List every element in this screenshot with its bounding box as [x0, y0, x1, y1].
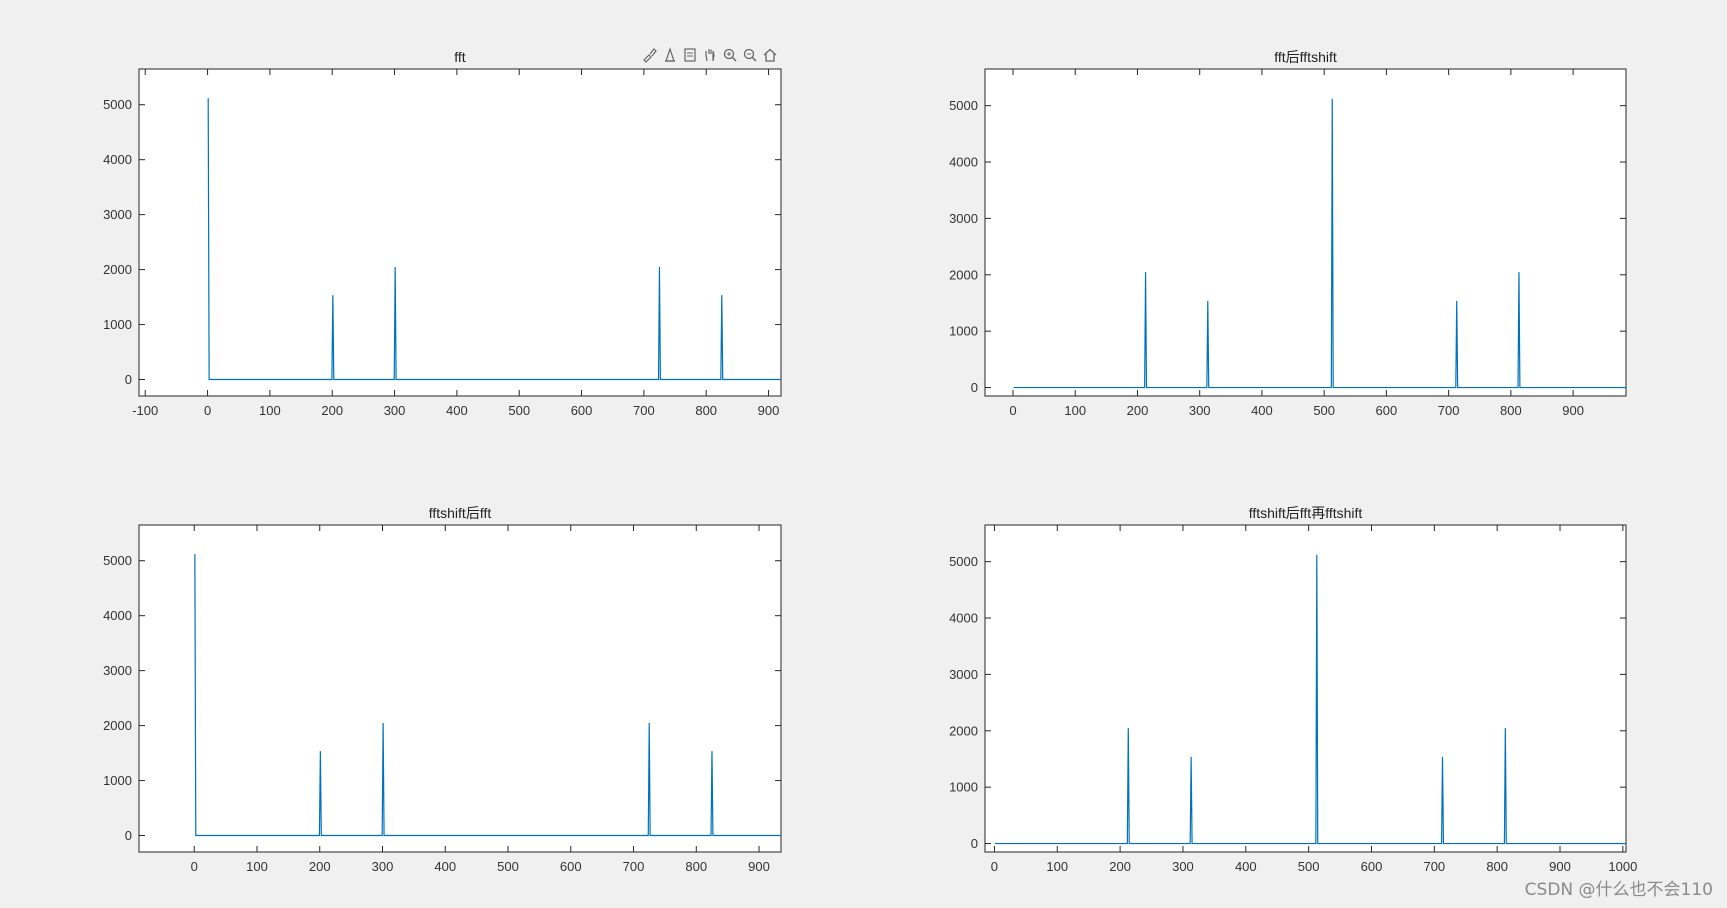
x-tick-label: 500 [497, 859, 519, 874]
brush-icon[interactable] [641, 46, 659, 64]
y-tick-label: 4000 [103, 152, 132, 167]
y-tick-label: 5000 [949, 98, 978, 113]
legend-icon[interactable] [681, 46, 699, 64]
x-tick-label: 200 [1109, 859, 1131, 874]
home-icon[interactable] [761, 46, 779, 64]
x-tick-label: 900 [1549, 859, 1571, 874]
plot-area [984, 524, 1627, 853]
x-tick-label: 300 [1172, 859, 1194, 874]
x-tick-label: 300 [384, 403, 406, 418]
x-tick-label: 600 [1361, 859, 1383, 874]
y-tick-label: 5000 [949, 554, 978, 569]
figure-canvas: fft-100 0 100 200 300 400 500 600 700 800 90001000… [103, 49, 1637, 874]
x-tick-label: 700 [1423, 859, 1445, 874]
y-tick-label: 4000 [103, 608, 132, 623]
y-tick-label: 1000 [103, 773, 132, 788]
x-tick-label: 600 [560, 859, 582, 874]
y-tick-label: 3000 [103, 207, 132, 222]
x-tick-label: 100 [259, 403, 281, 418]
x-tick-label: 300 [372, 859, 394, 874]
subplot-3: fftshift后fft 0 100 200 300 400 500 600 700 800 900… [103, 505, 782, 874]
x-tick-label: 100 [246, 859, 268, 874]
x-tick-label: 500 [508, 403, 530, 418]
x-tick-label: 600 [571, 403, 593, 418]
x-tick-label: 400 [1235, 859, 1257, 874]
y-tick-label: 5000 [103, 553, 132, 568]
x-tick-label: 900 [758, 403, 780, 418]
pan-icon[interactable] [701, 46, 719, 64]
x-tick-label: 600 [1376, 403, 1398, 418]
x-tick-label: 400 [434, 859, 456, 874]
y-tick-label: 4000 [949, 611, 978, 626]
x-tick-label: 200 [309, 859, 331, 874]
x-tick-label: 700 [633, 403, 655, 418]
x-tick-label: 500 [1298, 859, 1320, 874]
x-tick-label: 700 [1438, 403, 1460, 418]
y-tick-label: 3000 [949, 667, 978, 682]
y-tick-label: 0 [971, 380, 978, 395]
y-tick-label: 2000 [949, 267, 978, 282]
y-tick-label: 0 [971, 836, 978, 851]
y-tick-label: 1000 [949, 324, 978, 339]
subplot-4: fftshift后fft再fftshift 0 100 200 300 400 500 600… [949, 505, 1637, 874]
x-tick-label: 100 [1064, 403, 1086, 418]
subplot-1: fft -100 0 100 200 300 400 500 600 700 800 900 0 1000… [103, 49, 782, 418]
x-tick-label: 400 [446, 403, 468, 418]
x-tick-label: 0 [191, 859, 198, 874]
axes-title: fft [454, 49, 466, 65]
x-tick-label: 200 [321, 403, 343, 418]
watermark-text: CSDN @什么也不会110 [1524, 880, 1713, 900]
y-tick-label: 4000 [949, 155, 978, 170]
x-tick-label: -100 [132, 403, 158, 418]
zoom-in-icon[interactable] [721, 46, 739, 64]
plot-area [138, 524, 782, 853]
y-tick-label: 1000 [949, 780, 978, 795]
axes-toolbar [641, 46, 779, 66]
x-tick-label: 1000 [1608, 859, 1637, 874]
x-tick-label: 900 [1562, 403, 1584, 418]
x-tick-label: 800 [695, 403, 717, 418]
datatip-icon[interactable] [661, 46, 679, 64]
x-tick-label: 800 [1486, 859, 1508, 874]
x-tick-label: 200 [1127, 403, 1149, 418]
y-tick-label: 3000 [103, 663, 132, 678]
x-tick-label: 800 [1500, 403, 1522, 418]
y-tick-label: 0 [125, 372, 132, 387]
axes-title: fft后fftshift [1274, 49, 1337, 65]
x-tick-label: 400 [1251, 403, 1273, 418]
y-tick-label: 3000 [949, 211, 978, 226]
y-tick-label: 0 [125, 828, 132, 843]
plot-area [984, 68, 1627, 397]
x-tick-label: 0 [204, 403, 211, 418]
y-tick-label: 2000 [103, 262, 132, 277]
x-tick-label: 300 [1189, 403, 1211, 418]
subplot-2: fft后fftshift 0 100 200 300 400 500 600 700 800 900… [949, 49, 1627, 418]
x-tick-label: 500 [1313, 403, 1335, 418]
x-tick-label: 700 [623, 859, 645, 874]
plot-area [138, 68, 782, 397]
axes-title: fftshift后fft再fftshift [1249, 505, 1363, 521]
zoom-out-icon[interactable] [741, 46, 759, 64]
y-tick-label: 5000 [103, 97, 132, 112]
x-tick-label: 800 [685, 859, 707, 874]
y-tick-label: 2000 [103, 718, 132, 733]
y-tick-label: 2000 [949, 723, 978, 738]
x-tick-label: 0 [991, 859, 998, 874]
x-tick-label: 0 [1009, 403, 1016, 418]
y-tick-label: 1000 [103, 317, 132, 332]
x-tick-label: 100 [1046, 859, 1068, 874]
axes-title: fftshift后fft [429, 505, 492, 521]
x-tick-label: 900 [748, 859, 770, 874]
